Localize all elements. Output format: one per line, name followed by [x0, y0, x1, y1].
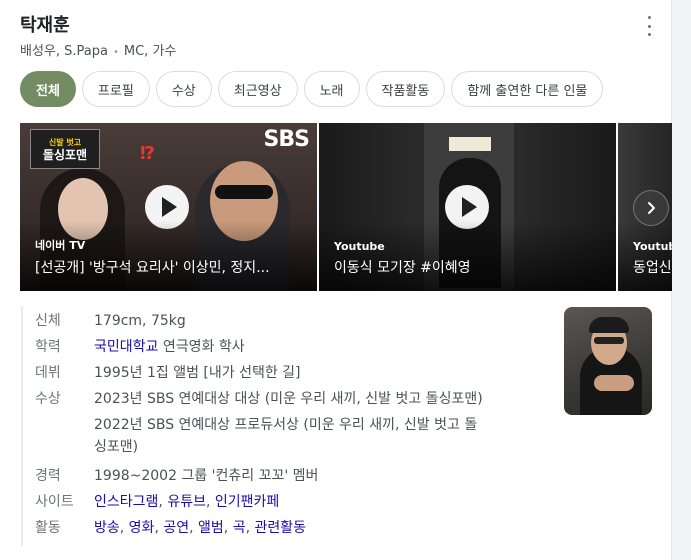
video-source: 네이버 TV — [35, 239, 86, 252]
exclaim-mark: ⁉ — [140, 143, 155, 164]
chip-songs[interactable]: 노래 — [303, 71, 360, 107]
activity-link-related[interactable]: 관련활동 — [254, 520, 306, 536]
fact-awards: 수상 2023년 SBS 연예대상 대상 (미운 우리 새끼, 신발 벗고 돌싱… — [35, 388, 483, 410]
video-title: [선공개] '방구석 요리사' 이상민, 정지... — [35, 260, 270, 276]
fact-label: 사이트 — [35, 494, 74, 510]
video-source: Youtube — [334, 240, 385, 253]
fact-value: 1995년 1집 앨범 [내가 선택한 길] — [94, 365, 301, 381]
video-title: 동업신 — [633, 260, 672, 276]
alias-names: 배성우, S.Papa — [20, 44, 108, 59]
activity-link-album[interactable]: 앨범 — [198, 520, 224, 536]
fact-awards-2: 2022년 SBS 연예대상 프로듀서상 (미운 우리 새끼, 신발 벗고 돌 — [35, 414, 477, 436]
chip-recent-videos[interactable]: 최근영상 — [217, 71, 298, 107]
fact-activities: 활동 방송, 영화, 공연, 앨범, 곡, 관련활동 — [35, 517, 306, 539]
activity-link-broadcast[interactable]: 방송 — [94, 520, 120, 536]
video-card[interactable]: ⁉ 신발 벗고 돌싱포맨 SBS 네이버 TV [선공개] '방구석 요리사' 이… — [20, 123, 317, 291]
filter-chips: 전체 프로필 수상 최근영상 노래 작품활동 함께 출연한 다른 인물 — [20, 71, 604, 107]
chip-awards[interactable]: 수상 — [155, 71, 212, 107]
fact-sites: 사이트 인스타그램, 유튜브, 인기팬카페 — [35, 491, 279, 513]
activity-link-film[interactable]: 영화 — [129, 520, 155, 536]
separator-dot: • — [112, 47, 119, 58]
chevron-right-icon — [648, 202, 655, 214]
knowledge-panel: 탁재훈 배성우, S.Papa • MC, 가수 전체 프로필 수상 최근영상 노래… — [0, 0, 672, 560]
subtitle: 배성우, S.Papa • MC, 가수 — [20, 40, 176, 59]
fact-label: 수상 — [35, 391, 61, 407]
fact-awards-2-cont: 싱포맨) — [35, 436, 138, 458]
broadcaster-logo: SBS — [263, 127, 310, 152]
site-link-fancafe[interactable]: 인기팬카페 — [215, 494, 279, 510]
education-link[interactable]: 국민대학교 — [94, 339, 158, 355]
roles: MC, 가수 — [123, 44, 177, 59]
video-carousel: ⁉ 신발 벗고 돌싱포맨 SBS 네이버 TV [선공개] '방구석 요리사' 이… — [20, 123, 672, 291]
site-link-youtube[interactable]: 유튜브 — [167, 494, 206, 510]
fact-value: 2023년 SBS 연예대상 대상 (미운 우리 새끼, 신발 벗고 돌싱포맨) — [94, 391, 483, 407]
fact-body: 신체 179cm, 75kg — [35, 310, 186, 332]
profile-photo[interactable] — [564, 307, 652, 415]
chip-all[interactable]: 전체 — [20, 71, 76, 107]
fact-label: 데뷔 — [35, 365, 61, 381]
chip-profile[interactable]: 프로필 — [81, 71, 150, 107]
site-link-instagram[interactable]: 인스타그램 — [94, 494, 158, 510]
education-detail: 연극영화 학사 — [158, 339, 245, 355]
show-logo: 신발 벗고 돌싱포맨 — [30, 129, 100, 169]
fact-value: 2022년 SBS 연예대상 프로듀서상 (미운 우리 새끼, 신발 벗고 돌 — [94, 417, 478, 433]
carousel-next-button[interactable] — [633, 190, 669, 226]
activity-link-song[interactable]: 곡 — [233, 520, 246, 536]
fact-career: 경력 1998~2002 그룹 '컨츄리 꼬꼬' 멤버 — [35, 465, 318, 487]
chip-co-stars[interactable]: 함께 출연한 다른 인물 — [451, 71, 604, 107]
page-title: 탁재훈 — [20, 15, 70, 36]
activity-link-performance[interactable]: 공연 — [163, 520, 189, 536]
fact-label: 학력 — [35, 339, 61, 355]
fact-label: 경력 — [35, 468, 61, 484]
fact-value: 1998~2002 그룹 '컨츄리 꼬꼬' 멤버 — [94, 468, 319, 484]
fact-debut: 데뷔 1995년 1집 앨범 [내가 선택한 길] — [35, 362, 301, 384]
profile-facts: 신체 179cm, 75kg 학력 국민대학교 연극영화 학사 데뷔 1995년… — [21, 306, 561, 546]
chip-works[interactable]: 작품활동 — [365, 71, 446, 107]
fact-value: 179cm, 75kg — [94, 313, 186, 329]
fact-label: 신체 — [35, 313, 61, 329]
video-title: 이동식 모기장 #이혜영 — [334, 260, 471, 276]
fact-label: 활동 — [35, 520, 61, 536]
fact-value: 싱포맨) — [94, 439, 139, 455]
more-options-icon[interactable] — [642, 16, 656, 36]
video-card[interactable]: Youtube 이동식 모기장 #이혜영 — [319, 123, 616, 291]
video-source: Youtube — [633, 240, 672, 253]
fact-education: 학력 국민대학교 연극영화 학사 — [35, 336, 245, 358]
